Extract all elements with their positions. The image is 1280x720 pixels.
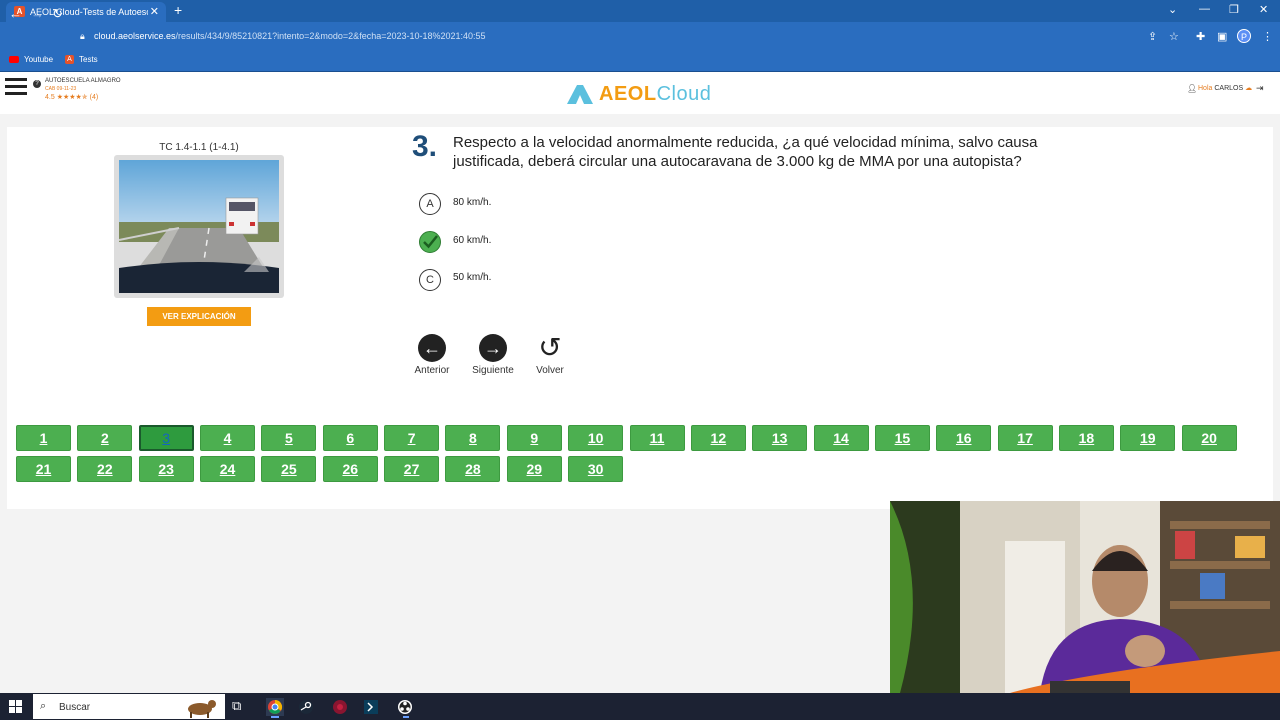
question-grid-button-21[interactable]: 21 [16, 456, 71, 482]
back-arrow-icon[interactable]: ← [9, 7, 22, 20]
question-grid-button-19[interactable]: 19 [1120, 425, 1176, 451]
task-view-icon[interactable]: ⧉ [232, 698, 250, 716]
question-grid-button-25[interactable]: 25 [261, 456, 317, 482]
star-rating-icon: ★★★★✯ [56, 94, 88, 101]
question-grid-button-14[interactable]: 14 [813, 425, 869, 451]
option-b-label[interactable]: 60 km/h. [453, 235, 491, 246]
question-grid-button-17[interactable]: 17 [997, 425, 1053, 451]
question-grid-button-10[interactable]: 10 [568, 425, 624, 451]
question-grid-button-9[interactable]: 9 [506, 425, 562, 451]
question-grid-button-11[interactable]: 11 [629, 425, 685, 451]
question-grid-button-2[interactable]: 2 [77, 425, 133, 451]
bookmarks-bar [0, 50, 1280, 72]
question-grid-button-23[interactable]: 23 [138, 456, 194, 482]
share-icon[interactable]: ⇪ [1148, 30, 1157, 43]
browser-tab-title: AEOL Cloud-Tests de Autoescue [30, 7, 148, 17]
chrome-taskbar-icon[interactable] [266, 698, 284, 716]
image-caption: TC 1.4-1.1 (1-4.1) [159, 142, 239, 153]
record-app-taskbar-icon[interactable] [331, 698, 349, 716]
help-icon[interactable]: ? [33, 80, 41, 88]
question-grid-button-20[interactable]: 20 [1181, 425, 1237, 451]
question-grid-button-12[interactable]: 12 [690, 425, 746, 451]
aeol-logo-icon [567, 85, 593, 104]
forward-arrow-icon[interactable]: → [31, 7, 44, 20]
profile-avatar[interactable]: P [1237, 29, 1251, 43]
bookmark-tests[interactable]: A Tests [65, 55, 98, 65]
active-app-indicator [271, 716, 279, 718]
check-icon [423, 235, 438, 249]
browser-tab-bar [0, 0, 1280, 22]
windows-start-icon[interactable] [9, 700, 22, 713]
option-b-radio[interactable] [419, 231, 441, 253]
steam-taskbar-icon[interactable] [297, 698, 315, 716]
previous-arrow-icon[interactable]: ← [418, 334, 446, 362]
question-grid-button-26[interactable]: 26 [322, 456, 378, 482]
side-panel-icon[interactable]: ▣ [1217, 30, 1227, 43]
option-c-label[interactable]: 50 km/h. [453, 272, 491, 283]
search-highlight-animal-icon [188, 700, 216, 718]
question-grid-button-24[interactable]: 24 [200, 456, 256, 482]
question-grid-button-18[interactable]: 18 [1058, 425, 1114, 451]
question-grid-button-7[interactable]: 7 [384, 425, 440, 451]
next-arrow-icon[interactable]: → [479, 334, 507, 362]
option-a-label[interactable]: 80 km/h. [453, 197, 491, 208]
hamburger-menu-icon[interactable] [5, 78, 27, 99]
question-grid-button-15[interactable]: 15 [874, 425, 930, 451]
back-label[interactable]: Volver [520, 365, 580, 376]
school-name: AUTOESCUELA ALMAGRO [45, 78, 121, 84]
question-grid-button-22[interactable]: 22 [77, 456, 133, 482]
aeol-logo[interactable]: AEOLCloud [599, 83, 711, 106]
question-grid-button-1[interactable]: 1 [16, 425, 71, 451]
bookmark-star-icon[interactable]: ☆ [1169, 30, 1179, 43]
question-grid-button-4[interactable]: 4 [200, 425, 256, 451]
active-app-indicator [403, 716, 409, 718]
user-greeting[interactable]: Hola CARLOS ☁ [1198, 84, 1252, 92]
youtube-icon [9, 56, 19, 64]
question-grid-button-5[interactable]: 5 [261, 425, 317, 451]
url-host: cloud.aeolservice.es [94, 31, 176, 41]
aeol-icon: A [65, 55, 74, 65]
extensions-puzzle-icon[interactable]: ✚ [1196, 30, 1205, 43]
lock-icon[interactable]: 🔒︎ [80, 31, 85, 42]
new-tab-button[interactable]: + [174, 2, 182, 18]
bookmark-youtube[interactable]: Youtube [9, 55, 53, 64]
webcam-overlay [890, 501, 1280, 693]
address-bar[interactable]: cloud.aeolservice.es/results/434/9/85210… [94, 31, 486, 41]
next-label[interactable]: Siguiente [463, 365, 523, 376]
back-reload-icon[interactable]: ↺ [536, 334, 564, 362]
search-icon: ⌕ [40, 700, 47, 712]
question-grid-button-29[interactable]: 29 [506, 456, 562, 482]
question-grid-button-16[interactable]: 16 [936, 425, 992, 451]
question-grid-button-13[interactable]: 13 [752, 425, 808, 451]
question-grid-button-27[interactable]: 27 [384, 456, 440, 482]
question-grid-button-3[interactable]: 3 [138, 425, 194, 451]
question-grid-button-8[interactable]: 8 [445, 425, 501, 451]
close-window-icon[interactable]: ✕ [1259, 3, 1268, 16]
obs-taskbar-icon[interactable] [396, 698, 414, 716]
previous-label[interactable]: Anterior [402, 365, 462, 376]
reload-icon[interactable]: ↻ [52, 7, 63, 20]
maximize-icon[interactable]: ❐ [1229, 3, 1239, 16]
question-grid-button-6[interactable]: 6 [322, 425, 378, 451]
question-text: Respecto a la velocidad anormalmente red… [453, 134, 1038, 170]
close-tab-icon[interactable]: ✕ [150, 5, 159, 18]
url-path: /results/434/9/85210821?intento=2&modo=2… [175, 31, 486, 41]
school-code: CAB 09-11-23 [45, 86, 77, 92]
question-image[interactable] [119, 160, 279, 293]
user-icon: 👤︎ [1187, 84, 1198, 93]
question-number: 3. [412, 130, 438, 163]
question-grid-button-28[interactable]: 28 [445, 456, 501, 482]
terminal-taskbar-icon[interactable] [362, 698, 380, 716]
see-explanation-button[interactable]: VER EXPLICACIÓN [147, 307, 251, 326]
minimize-icon[interactable]: — [1199, 3, 1210, 15]
school-rating: 4.5 ★★★★✯ (4) [45, 94, 99, 101]
option-c-radio[interactable]: C [419, 269, 441, 291]
browser-menu-icon[interactable]: ⋮ [1262, 30, 1273, 43]
logout-icon[interactable]: ⇥ [1256, 83, 1264, 94]
taskbar-search-placeholder[interactable]: Buscar [59, 702, 90, 713]
option-a-radio[interactable]: A [419, 193, 441, 215]
question-grid-button-30[interactable]: 30 [568, 456, 624, 482]
tab-search-chevron-icon[interactable]: ⌄ [1168, 3, 1177, 16]
browser-tab[interactable]: A AEOL Cloud-Tests de Autoescue ✕ [6, 2, 166, 22]
